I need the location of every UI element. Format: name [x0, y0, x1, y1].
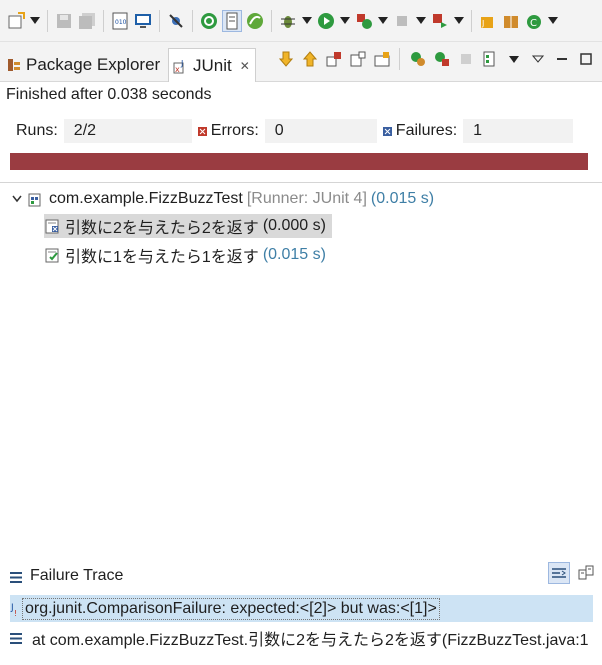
spring-icon[interactable] — [245, 10, 265, 32]
coverage-icon[interactable] — [354, 10, 374, 32]
tab-label: JUnit — [193, 55, 232, 75]
test-passed-icon — [44, 247, 60, 263]
skip-breakpoints-icon[interactable] — [166, 10, 186, 32]
tab-junit[interactable]: xJ JUnit ✕ — [168, 48, 256, 82]
test-name: 引数に1を与えたら1を返す — [65, 249, 259, 266]
external-tools-icon[interactable] — [430, 10, 450, 32]
layout-icon[interactable] — [372, 49, 391, 69]
stop-dropdown[interactable] — [415, 10, 427, 32]
show-failures-only-icon[interactable] — [324, 49, 343, 69]
trace-line-stack-frame[interactable]: at com.example.FizzBuzzTest.引数に2を与えたら2を返… — [10, 626, 602, 650]
minimize-icon[interactable] — [552, 49, 571, 69]
svg-text:!: ! — [14, 609, 17, 618]
new-class-icon[interactable]: C — [524, 10, 544, 32]
junit-trace-icon: J! — [10, 600, 20, 618]
exception-message: org.junit.ComparisonFailure: expected:<[… — [22, 597, 440, 620]
package-explorer-icon — [6, 57, 22, 73]
toggle-view-icon[interactable] — [222, 9, 242, 32]
trace-line-exception[interactable]: J! org.junit.ComparisonFailure: expected… — [10, 595, 593, 622]
scroll-lock-icon[interactable] — [348, 49, 367, 69]
errors-value: 0 — [264, 119, 377, 143]
maximize-icon[interactable] — [576, 49, 595, 69]
failures-counter: Failures: — [382, 122, 458, 140]
run-status: Finished after 0.038 seconds — [6, 86, 212, 103]
stop-run-icon[interactable] — [456, 49, 475, 69]
svg-text:J: J — [180, 59, 183, 68]
filter-stack-icon[interactable] — [548, 562, 570, 584]
svg-text:J: J — [481, 19, 484, 28]
new-wizard-dropdown[interactable] — [29, 10, 41, 32]
stack-frame-text: at com.example.FizzBuzzTest.引数に2を与えたら2を返… — [32, 632, 589, 649]
svg-text:010: 010 — [115, 19, 127, 26]
test-suite-icon — [28, 191, 44, 207]
failure-trace-header: Failure Trace — [0, 560, 602, 592]
error-icon — [197, 126, 207, 136]
previous-failure-icon[interactable] — [300, 49, 319, 69]
suite-name: com.example.FizzBuzzTest — [49, 190, 243, 207]
failures-value: 1 — [463, 119, 574, 143]
run-icon[interactable] — [316, 10, 336, 32]
external-tools-dropdown[interactable] — [453, 10, 465, 32]
suite-runner: [Runner: JUnit 4] — [246, 190, 367, 207]
save-icon[interactable] — [54, 10, 74, 32]
stop-icon[interactable] — [392, 10, 412, 32]
failure-trace-title: Failure Trace — [30, 567, 124, 584]
junit-view-toolbar — [276, 48, 595, 70]
test-history-icon[interactable] — [480, 49, 499, 69]
svg-text:x: x — [175, 65, 180, 74]
main-toolbar: 010 J C — [0, 0, 602, 42]
divider — [0, 182, 602, 183]
list-icon — [10, 570, 22, 588]
new-package-icon[interactable] — [501, 10, 521, 32]
chevron-down-icon[interactable] — [10, 195, 24, 203]
new-class-dropdown[interactable] — [547, 10, 559, 32]
rerun-icon[interactable] — [408, 49, 427, 69]
suite-row[interactable]: com.example.FizzBuzzTest [Runner: JUnit … — [10, 187, 434, 211]
tab-label: Package Explorer — [26, 55, 161, 74]
view-menu-icon[interactable] — [528, 49, 547, 69]
history-dropdown[interactable] — [504, 49, 523, 69]
progress-bar — [10, 153, 588, 170]
close-icon[interactable]: ✕ — [240, 59, 250, 73]
runs-value: 2/2 — [63, 119, 192, 143]
errors-label: Errors: — [210, 122, 259, 139]
debug-icon[interactable] — [278, 10, 298, 32]
svg-text:C: C — [530, 18, 537, 29]
console-icon[interactable] — [133, 10, 153, 32]
save-all-icon[interactable] — [77, 10, 97, 32]
errors-counter: Errors: — [197, 122, 259, 140]
test-counters: Runs: 2/2 Errors: 0 Failures: 1 — [6, 114, 592, 148]
debug-dropdown[interactable] — [301, 10, 313, 32]
failure-icon — [382, 126, 392, 136]
test-time: (0.015 s) — [262, 246, 326, 263]
spring-boot-icon[interactable] — [199, 10, 219, 32]
runs-label: Runs: — [16, 122, 58, 139]
new-wizard-icon[interactable] — [6, 10, 26, 32]
tab-package-explorer[interactable]: Package Explorer — [6, 48, 166, 82]
test-time: (0.000 s) — [262, 217, 326, 234]
next-failure-icon[interactable] — [276, 49, 295, 69]
suite-time: (0.015 s) — [370, 190, 435, 207]
tree-item-test-failed[interactable]: 引数に2を与えたら2を返す (0.000 s) — [44, 214, 332, 238]
stack-frame-icon — [10, 632, 22, 644]
tree-item-test-passed[interactable]: 引数に1を与えたら1を返す (0.015 s) — [44, 243, 326, 267]
failures-label: Failures: — [395, 122, 458, 139]
rerun-failures-first-icon[interactable] — [432, 49, 451, 69]
coverage-dropdown[interactable] — [377, 10, 389, 32]
test-failed-icon — [44, 218, 60, 234]
junit-icon: xJ — [173, 58, 189, 74]
failure-trace-toolbar — [548, 562, 597, 584]
compare-result-icon[interactable] — [575, 562, 597, 584]
new-java-project-icon[interactable]: J — [478, 10, 498, 32]
run-dropdown[interactable] — [339, 10, 351, 32]
binary-icon[interactable]: 010 — [110, 10, 130, 32]
test-name: 引数に2を与えたら2を返す — [65, 220, 259, 237]
